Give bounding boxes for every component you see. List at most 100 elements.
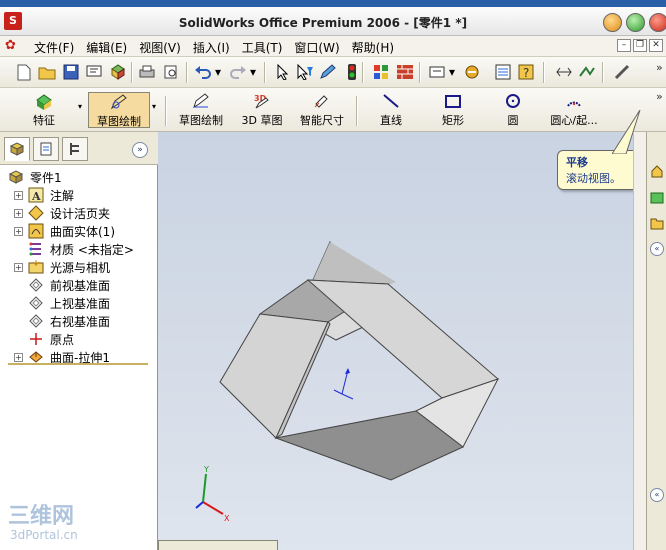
zoom-icon[interactable] <box>161 62 181 82</box>
smart-dimension-button[interactable]: 智能尺寸 <box>296 92 348 128</box>
tree-item-front-plane[interactable]: 前视基准面 <box>0 276 156 294</box>
features-tab[interactable]: 特征 <box>26 92 62 128</box>
select-filter-icon[interactable] <box>295 62 315 82</box>
features-dropdown-icon[interactable]: ▾ <box>78 102 86 111</box>
traffic-light-icon[interactable] <box>342 62 362 82</box>
undo-icon[interactable] <box>193 62 213 82</box>
tree-item-annotations[interactable]: + A 注解 <box>0 186 156 204</box>
sketch-3d-button[interactable]: 3D 3D 草图 <box>240 92 284 128</box>
graphics-area[interactable]: Y X <box>158 132 633 550</box>
expand-icon[interactable]: + <box>14 263 23 272</box>
expand-icon[interactable]: + <box>14 209 23 218</box>
model-canvas: Y X <box>195 241 500 523</box>
svg-text:Y: Y <box>203 465 209 474</box>
surface-body-icon <box>28 223 44 239</box>
smart-dimension-label: 智能尺寸 <box>300 114 344 127</box>
edit-icon[interactable] <box>318 62 338 82</box>
redo-dropdown-icon[interactable]: ▾ <box>248 62 258 82</box>
file-explorer-icon[interactable] <box>649 214 665 232</box>
help-icon[interactable]: ? <box>516 62 536 82</box>
tree-item-label: 右视基准面 <box>50 315 111 329</box>
tree-item-label: 前视基准面 <box>50 279 111 293</box>
face-left[interactable] <box>219 313 329 439</box>
sketch-icon <box>109 93 129 111</box>
minimize-button[interactable] <box>603 13 622 32</box>
sketch-dropdown-icon[interactable]: ▾ <box>152 102 160 111</box>
tree-item-design-binder[interactable]: + 设计活页夹 <box>0 204 156 222</box>
features-icon <box>34 92 54 110</box>
svg-text:X: X <box>224 514 230 523</box>
tree-item-material[interactable]: 材质 <未指定> <box>0 240 156 258</box>
feature-manager-tab[interactable] <box>4 137 30 161</box>
component-icon[interactable] <box>108 62 128 82</box>
menu-tools[interactable]: 工具(T) <box>236 39 289 56</box>
sketch-button[interactable]: 草图绘制 <box>175 92 227 128</box>
document-menu-icon[interactable]: ✿ <box>5 38 25 54</box>
collapse-panel-icon[interactable]: » <box>132 142 148 158</box>
centerpoint-arc-button[interactable]: 圆心/起... <box>545 92 603 128</box>
doc-minimize-button[interactable]: – <box>617 39 631 52</box>
task-pane: « « <box>646 132 666 550</box>
doc-restore-button[interactable]: ❐ <box>633 39 647 52</box>
expand-icon[interactable]: + <box>14 227 23 236</box>
menu-view[interactable]: 视图(V) <box>133 39 187 56</box>
tree-item-top-plane[interactable]: 上视基准面 <box>0 294 156 312</box>
part-icon <box>8 169 24 185</box>
toolbar-separator <box>264 62 266 83</box>
command-manager: 特征 ▾ 草图绘制 ▾ 草图绘制 3D 3D 草图 智能尺寸 直线 矩形 圆 圆… <box>0 88 666 132</box>
open-icon[interactable] <box>37 62 57 82</box>
wrench-icon[interactable] <box>612 62 632 82</box>
expand-icon[interactable]: + <box>14 353 23 362</box>
menu-window[interactable]: 窗口(W) <box>288 39 345 56</box>
line-icon <box>381 92 401 110</box>
svg-text:A: A <box>31 190 41 203</box>
print-icon[interactable] <box>137 62 157 82</box>
configuration-manager-tab[interactable] <box>62 137 88 161</box>
design-library-icon[interactable] <box>649 188 665 206</box>
tree-item-origin[interactable]: 原点 <box>0 330 156 348</box>
options-dropdown-icon[interactable]: ▾ <box>447 62 457 82</box>
collapse-task-pane-icon[interactable]: « <box>650 488 664 502</box>
expand-icon[interactable]: + <box>14 191 23 200</box>
rectangle-button[interactable]: 矩形 <box>436 92 470 128</box>
menu-help[interactable]: 帮助(H) <box>346 39 400 56</box>
model-tab[interactable] <box>158 540 278 550</box>
tree-root[interactable]: 零件1 <box>0 168 156 186</box>
vertical-scrollbar[interactable] <box>633 132 646 550</box>
sketch-tab[interactable]: 草图绘制 <box>88 92 150 128</box>
save-icon[interactable] <box>61 62 81 82</box>
maximize-button[interactable] <box>626 13 645 32</box>
property-manager-tab[interactable] <box>33 137 59 161</box>
tree-item-right-plane[interactable]: 右视基准面 <box>0 312 156 330</box>
options-icon[interactable] <box>428 62 448 82</box>
undo-dropdown-icon[interactable]: ▾ <box>213 62 223 82</box>
menu-edit[interactable]: 编辑(E) <box>80 39 133 56</box>
select-icon[interactable] <box>272 62 292 82</box>
tree-item-lights-cameras[interactable]: + 光源与相机 <box>0 258 156 276</box>
new-icon[interactable] <box>14 62 34 82</box>
tree-item-surface-bodies[interactable]: + 曲面实体(1) <box>0 222 156 240</box>
line-button[interactable]: 直线 <box>374 92 408 128</box>
grid-icon[interactable] <box>371 62 391 82</box>
doc-close-button[interactable]: ✕ <box>649 39 663 52</box>
brick-icon[interactable] <box>395 62 415 82</box>
properties-icon[interactable] <box>493 62 513 82</box>
plugin-icon[interactable] <box>462 62 482 82</box>
redo-icon[interactable] <box>228 62 248 82</box>
watermark-logo: 三维网 <box>8 504 75 529</box>
expand-task-pane-icon[interactable]: « <box>650 242 664 256</box>
design-binder-icon <box>28 205 44 221</box>
menu-insert[interactable]: 插入(I) <box>187 39 236 56</box>
motion-icon[interactable] <box>577 62 597 82</box>
toolbar-separator <box>602 62 604 83</box>
home-icon[interactable] <box>649 162 665 180</box>
circle-button[interactable]: 圆 <box>500 92 526 128</box>
toolbar-separator <box>186 62 188 83</box>
command-overflow-icon[interactable]: » <box>656 90 663 103</box>
toolbox-icon[interactable] <box>554 62 574 82</box>
print-preview-icon[interactable] <box>85 62 105 82</box>
rollback-bar[interactable] <box>8 363 148 365</box>
menu-file[interactable]: 文件(F) <box>28 39 80 56</box>
close-button[interactable] <box>649 13 666 32</box>
toolbar-overflow-icon[interactable]: » <box>656 61 663 74</box>
